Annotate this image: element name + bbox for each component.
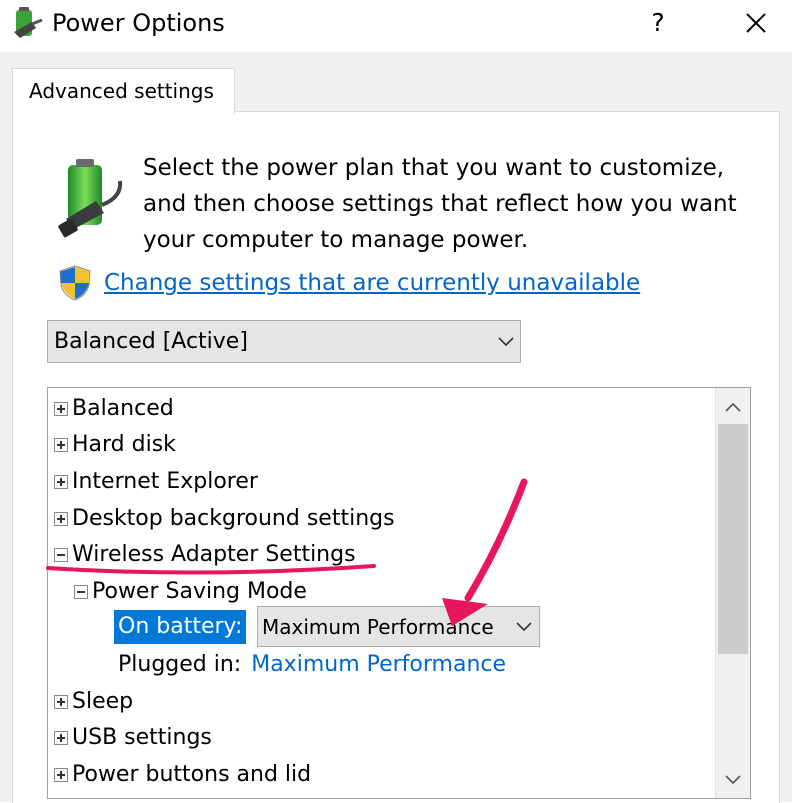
- tree-item-label: Sleep: [72, 689, 134, 714]
- intro-text: Select the power plan that you want to c…: [143, 155, 737, 253]
- tree-item-label: Hard disk: [72, 432, 176, 457]
- tree-item-label: Wireless Adapter Settings: [72, 542, 356, 567]
- plugged-in-label: Plugged in:: [118, 652, 242, 677]
- scroll-up-button[interactable]: [716, 388, 750, 424]
- on-battery-value: Maximum Performance: [262, 615, 494, 639]
- tree-item-usb-settings[interactable]: USB settings: [54, 721, 212, 755]
- battery-plug-icon: [58, 159, 123, 238]
- window-title: Power Options: [52, 9, 225, 37]
- expand-plus-icon[interactable]: [54, 731, 68, 745]
- collapse-minus-icon[interactable]: [54, 548, 68, 562]
- tree-item-sleep[interactable]: Sleep: [54, 685, 133, 719]
- plugged-in-value[interactable]: Maximum Performance: [251, 650, 506, 680]
- on-battery-select[interactable]: Maximum Performance: [257, 606, 540, 647]
- tree-item-label: USB settings: [72, 725, 212, 750]
- tree-item-hard-disk[interactable]: Hard disk: [54, 428, 176, 462]
- tree-item-label: Power buttons and lid: [72, 762, 312, 787]
- close-button[interactable]: [734, 4, 778, 42]
- expand-plus-icon[interactable]: [54, 512, 68, 526]
- power-plug-battery-icon: [14, 7, 43, 38]
- tree-item-balanced[interactable]: Balanced: [54, 392, 174, 426]
- change-settings-link[interactable]: Change settings that are currently unava…: [104, 266, 640, 300]
- settings-tree[interactable]: Balanced Hard disk Internet Explorer Des…: [47, 387, 751, 799]
- expand-plus-icon[interactable]: [54, 402, 68, 416]
- scroll-down-button[interactable]: [716, 762, 750, 798]
- on-battery-label: On battery:: [114, 610, 247, 644]
- tree-item-power-buttons[interactable]: Power buttons and lid: [54, 758, 311, 792]
- tab-advanced-settings[interactable]: Advanced settings: [12, 68, 235, 114]
- collapse-minus-icon[interactable]: [74, 585, 88, 599]
- tree-item-label: Power Saving Mode: [92, 579, 307, 604]
- chevron-up-icon: [725, 402, 741, 412]
- plugged-in-row[interactable]: Plugged in: Maximum Performance: [118, 648, 506, 682]
- expand-plus-icon[interactable]: [54, 438, 68, 452]
- tab-label: Advanced settings: [29, 79, 214, 103]
- expand-plus-icon[interactable]: [54, 768, 68, 782]
- title-bar: Power Options ?: [0, 0, 792, 52]
- tree-item-label: Balanced: [72, 396, 174, 421]
- power-plan-value: Balanced [Active]: [54, 329, 248, 354]
- tree-item-internet-explorer[interactable]: Internet Explorer: [54, 465, 258, 499]
- tree-item-power-saving-mode[interactable]: Power Saving Mode: [74, 575, 307, 609]
- chevron-down-icon: [498, 337, 514, 347]
- chevron-down-icon: [725, 775, 741, 785]
- chevron-down-icon: [516, 622, 532, 632]
- tree-scrollbar[interactable]: [715, 388, 750, 798]
- tree-item-label: Desktop background settings: [72, 506, 395, 531]
- scroll-thumb[interactable]: [718, 424, 748, 654]
- tree-item-wireless-adapter[interactable]: Wireless Adapter Settings: [54, 538, 356, 572]
- power-plan-select[interactable]: Balanced [Active]: [47, 320, 521, 363]
- tree-item-desktop-background[interactable]: Desktop background settings: [54, 502, 395, 536]
- uac-shield-icon: [59, 265, 91, 301]
- expand-plus-icon[interactable]: [54, 695, 68, 709]
- expand-plus-icon[interactable]: [54, 475, 68, 489]
- tree-item-label: Internet Explorer: [72, 469, 258, 494]
- on-battery-row[interactable]: On battery:: [114, 610, 247, 644]
- help-button[interactable]: ?: [638, 4, 678, 42]
- close-icon: [746, 13, 766, 33]
